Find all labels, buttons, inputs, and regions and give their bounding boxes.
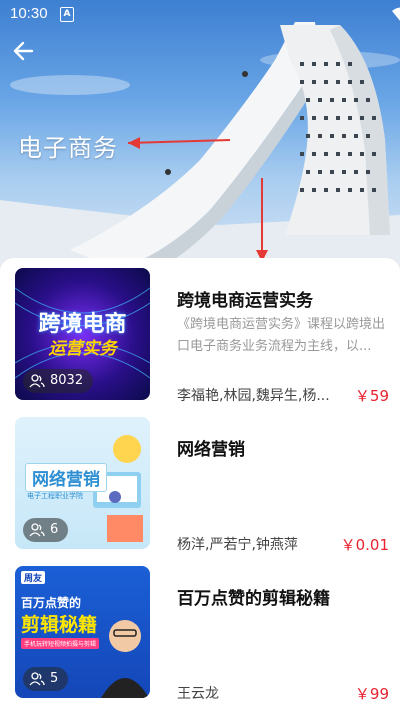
thumb-subtitle: 运营实务 <box>48 339 117 359</box>
course-price: ￥99 <box>354 685 389 703</box>
wifi-icon <box>392 7 400 21</box>
course-teachers: 杨洋,严若宁,钟燕萍 <box>177 537 298 553</box>
thumb-brand: 周友 <box>21 571 46 584</box>
thumb-subtitle: 剪辑秘籍 <box>21 614 98 636</box>
course-item[interactable]: 跨境电商 运营实务 8032 跨境电商运营实务 《跨境电商运营实务》课程以跨境出… <box>0 268 400 408</box>
banner-label: 电子商务 <box>18 134 118 162</box>
course-title: 网络营销 <box>177 440 245 460</box>
course-title: 百万点赞的剪辑秘籍 <box>177 589 330 609</box>
users-icon <box>29 374 45 388</box>
status-bar: 10:30 A <box>0 0 400 30</box>
thumb-subtitle: 电子工程职业学院 <box>27 492 83 500</box>
thumb-title: 网络营销 <box>25 463 107 492</box>
course-item[interactable]: 网络营销 电子工程职业学院 6 网络营销 杨洋,严若宁,钟燕萍 ￥0.01 <box>0 417 400 557</box>
course-item[interactable]: 周友 百万点赞的 剪辑秘籍 手机玩转短视频拍摄与剪辑 5 百万点赞的剪辑秘籍 王… <box>0 566 400 706</box>
enrolled-badge: 6 <box>23 518 69 542</box>
enrolled-badge: 8032 <box>23 369 94 393</box>
enrolled-badge: 5 <box>23 667 69 691</box>
notification-badge: A <box>60 7 74 22</box>
arrow-left-icon <box>13 41 34 61</box>
enrolled-count: 8032 <box>50 373 84 388</box>
course-description: 《跨境电商运营实务》课程以跨境出口电子商务业务流程为主线，以... <box>177 317 386 354</box>
hero-banner: 10:30 A 电子商务 <box>0 0 400 290</box>
thumb-title: 百万点赞的 <box>21 596 82 610</box>
course-price: ￥0.01 <box>340 536 389 554</box>
course-thumbnail: 网络营销 电子工程职业学院 6 <box>15 417 150 549</box>
back-button[interactable] <box>10 37 38 65</box>
course-list: 跨境电商 运营实务 8032 跨境电商运营实务 《跨境电商运营实务》课程以跨境出… <box>0 258 400 710</box>
course-thumbnail: 跨境电商 运营实务 8032 <box>15 268 150 400</box>
course-teachers: 李福艳,林园,魏异生,杨... <box>177 388 330 404</box>
course-thumbnail: 周友 百万点赞的 剪辑秘籍 手机玩转短视频拍摄与剪辑 5 <box>15 566 150 698</box>
users-icon <box>29 523 45 537</box>
course-list-screen: 10:30 A 电子商务 跨境电商 运营实务 8032 跨境电商运营实务 《跨境… <box>0 0 400 710</box>
enrolled-count: 5 <box>50 671 59 686</box>
course-title: 跨境电商运营实务 <box>177 291 313 311</box>
thumb-caption: 手机玩转短视频拍摄与剪辑 <box>21 638 100 649</box>
status-time: 10:30 <box>10 5 48 22</box>
users-icon <box>29 672 45 686</box>
course-price: ￥59 <box>354 387 389 405</box>
enrolled-count: 6 <box>50 522 59 537</box>
course-teachers: 王云龙 <box>177 686 219 702</box>
